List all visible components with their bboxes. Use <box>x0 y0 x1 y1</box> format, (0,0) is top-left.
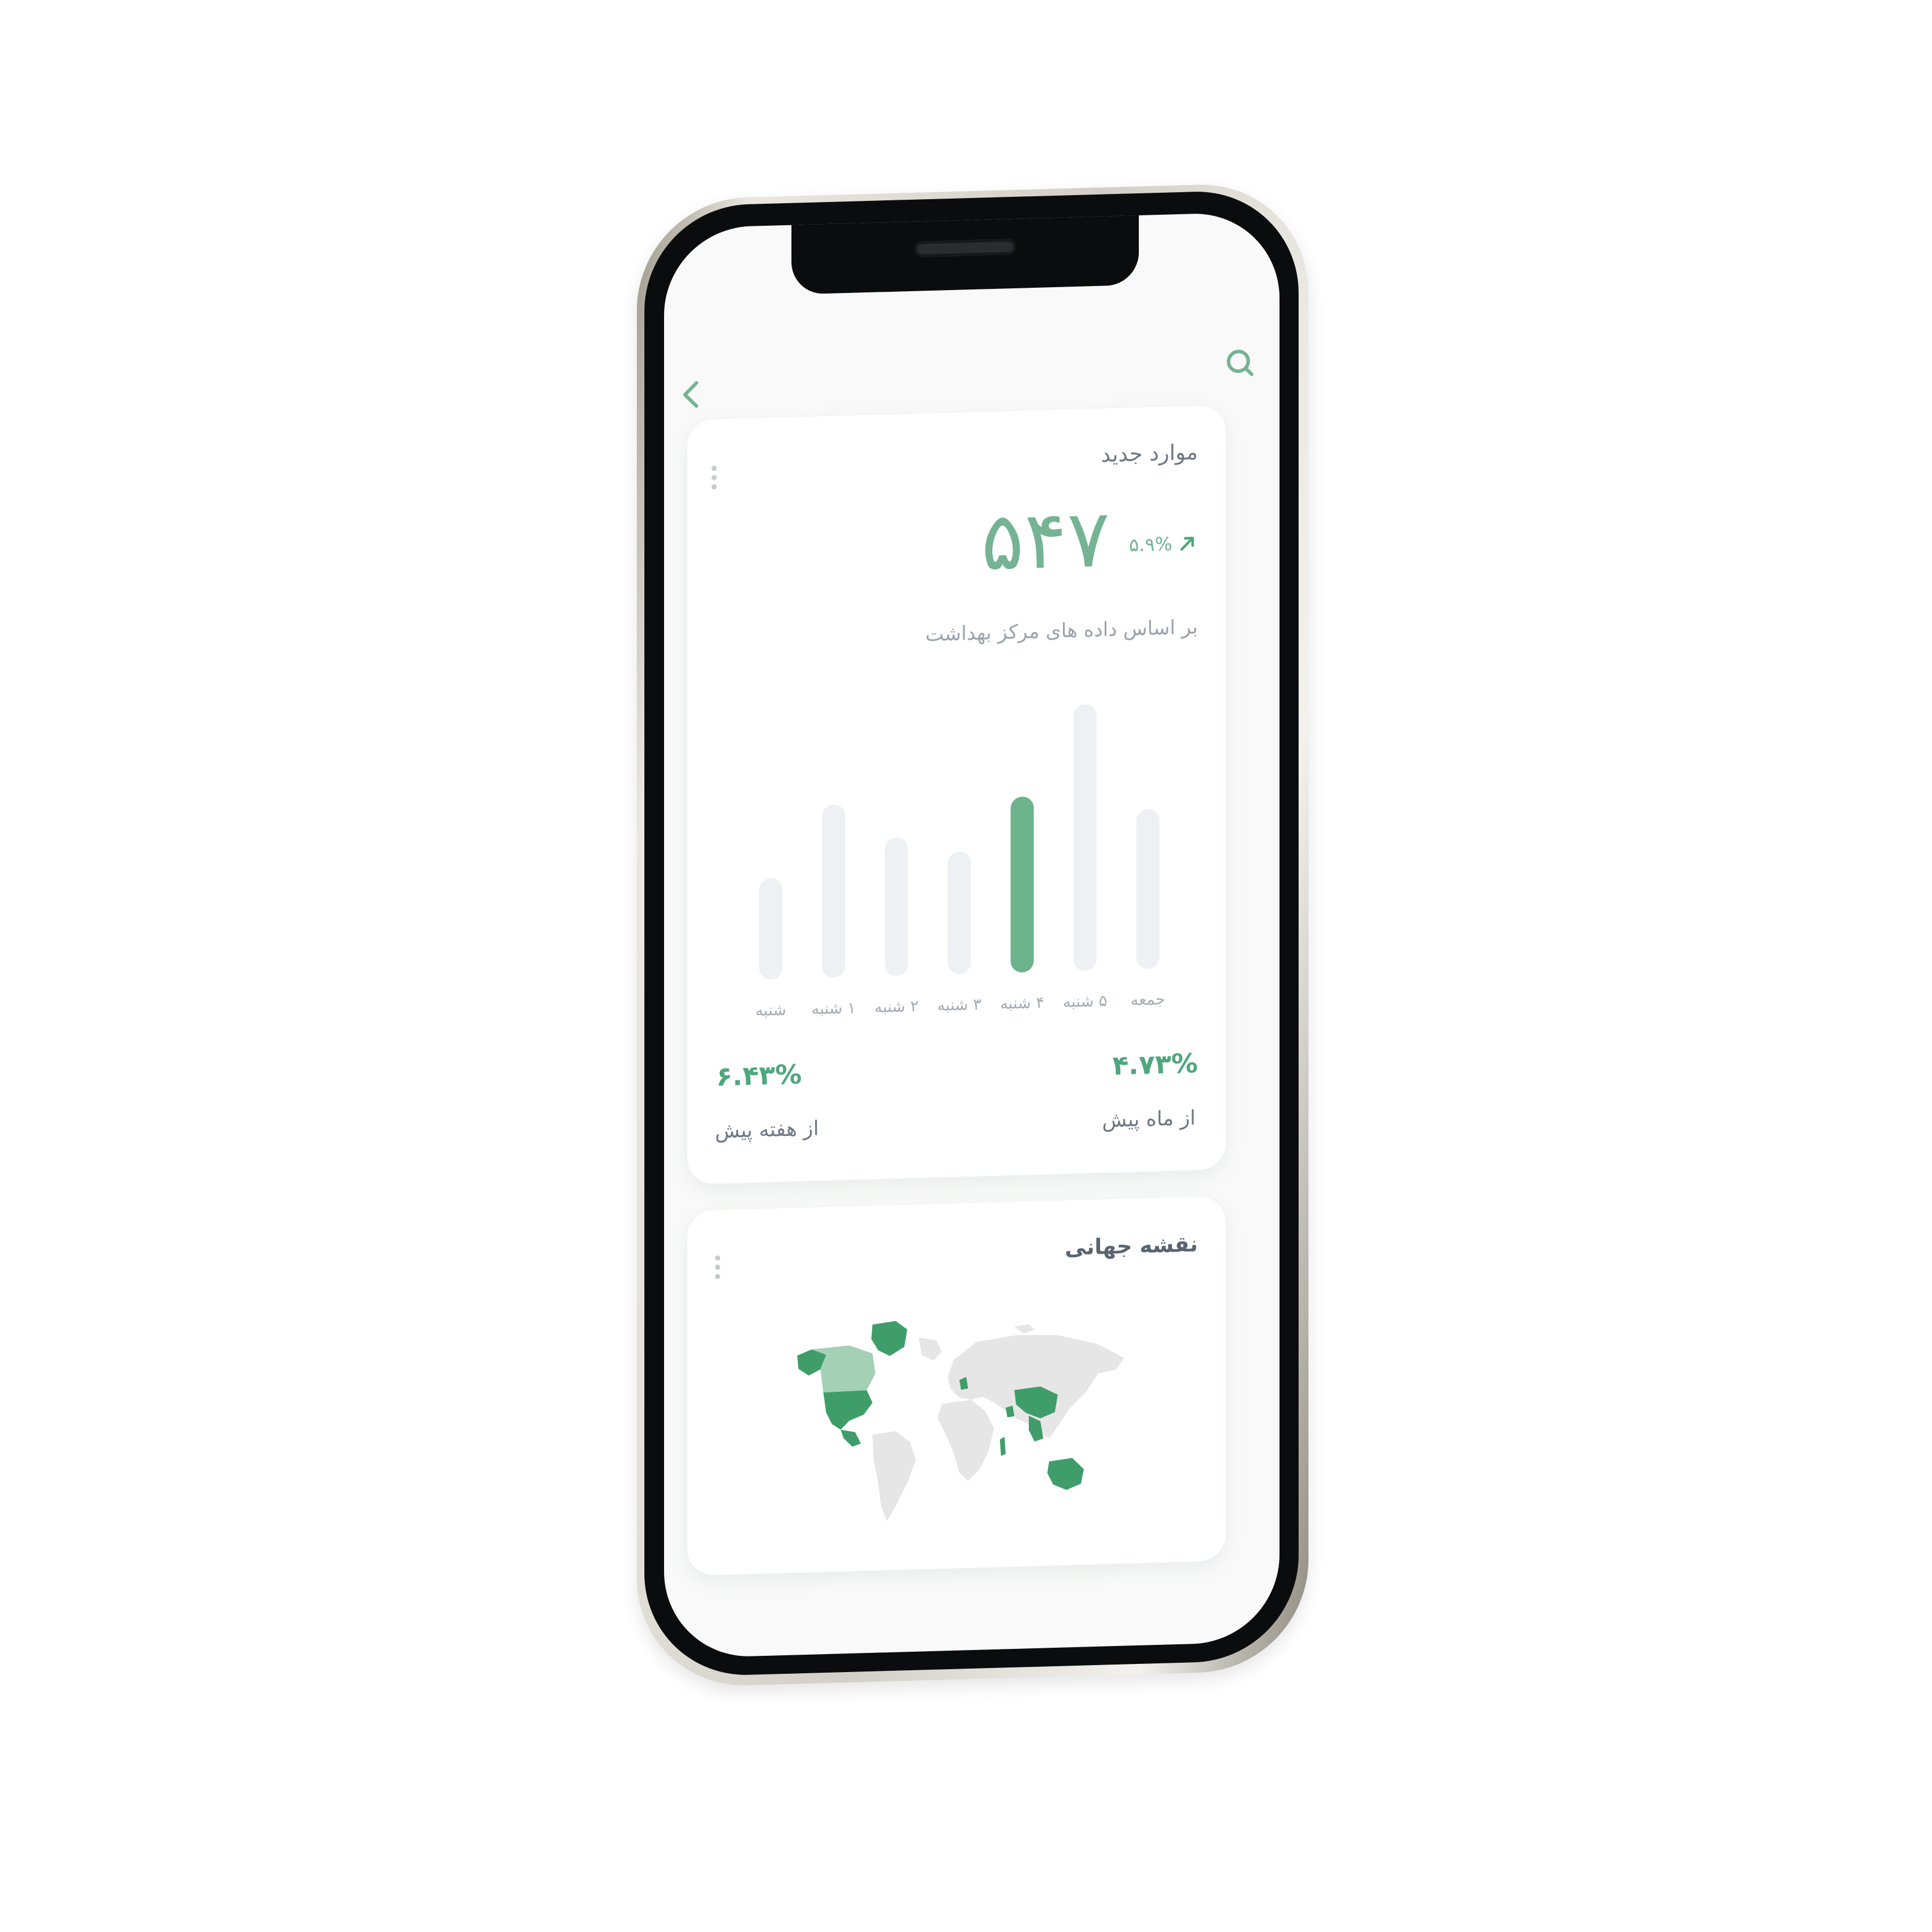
bar-7[interactable] <box>1136 809 1160 969</box>
card-title: نقشه جهانی <box>1065 1231 1198 1260</box>
top-bar <box>664 344 1280 414</box>
bar-6[interactable] <box>1073 704 1097 971</box>
world-map-land <box>872 1324 1124 1522</box>
bar-1[interactable] <box>759 878 783 980</box>
trend-indicator: ۵.۹% <box>1129 532 1198 556</box>
bar-label-1: شنبه <box>756 1001 786 1020</box>
data-source-note: بر اساس داده های مرکز بهداشت <box>925 615 1198 647</box>
bar-label-7: جمعه <box>1131 991 1165 1010</box>
search-icon <box>1227 350 1253 376</box>
notch <box>791 211 1139 295</box>
card-title: موارد جدید <box>1101 439 1198 467</box>
bar-label-5: ۴ شنبه <box>1000 994 1044 1013</box>
more-options-icon[interactable] <box>712 465 718 493</box>
bar-3[interactable] <box>885 837 908 976</box>
bar-label-6: ۵ شنبه <box>1063 992 1107 1011</box>
monthly-change-label: از ماه پیش <box>1102 1106 1196 1132</box>
bar-chart-svg: شنبه ۱ شنبه ۲ شنبه ۳ شنبه ۴ شنبه ۵ شنبه جمعه <box>756 704 1165 1020</box>
world-map[interactable] <box>786 1291 1133 1544</box>
search-button[interactable] <box>1223 345 1258 381</box>
bar-4[interactable] <box>948 851 971 974</box>
weekly-bar-chart: شنبه ۱ شنبه ۲ شنبه ۳ شنبه ۴ شنبه ۵ شنبه جمعه <box>739 696 1179 1032</box>
phone-screen: موارد جدید ۵۴۷ ۵.۹% بر اساس داده های مرک… <box>664 211 1280 1659</box>
more-options-icon[interactable] <box>715 1255 722 1283</box>
world-map-light <box>812 1345 875 1393</box>
bar-label-2: ۱ شنبه <box>812 999 856 1018</box>
arrow-up-right-icon <box>1180 537 1194 551</box>
bar-5[interactable] <box>1010 796 1034 973</box>
trend-percent: ۵.۹% <box>1129 533 1172 556</box>
scene: موارد جدید ۵۴۷ ۵.۹% بر اساس داده های مرک… <box>0 0 1932 1932</box>
chevron-left-icon <box>683 381 698 408</box>
bar-label-4: ۳ شنبه <box>937 996 981 1015</box>
speaker-grille <box>914 238 1016 258</box>
bar-2[interactable] <box>822 804 845 978</box>
monthly-change-value: ۴.۷۳% <box>1112 1047 1198 1082</box>
weekly-change-value: ۶.۴۳% <box>716 1058 802 1093</box>
bar-label-3: ۲ شنبه <box>874 998 918 1017</box>
back-button[interactable] <box>674 377 709 413</box>
new-cases-card: موارد جدید ۵۴۷ ۵.۹% بر اساس داده های مرک… <box>687 405 1226 1185</box>
new-cases-value: ۵۴۷ <box>981 492 1110 589</box>
weekly-change-label: از هفته پیش <box>715 1117 819 1143</box>
world-map-card: نقشه جهانی <box>687 1196 1226 1576</box>
